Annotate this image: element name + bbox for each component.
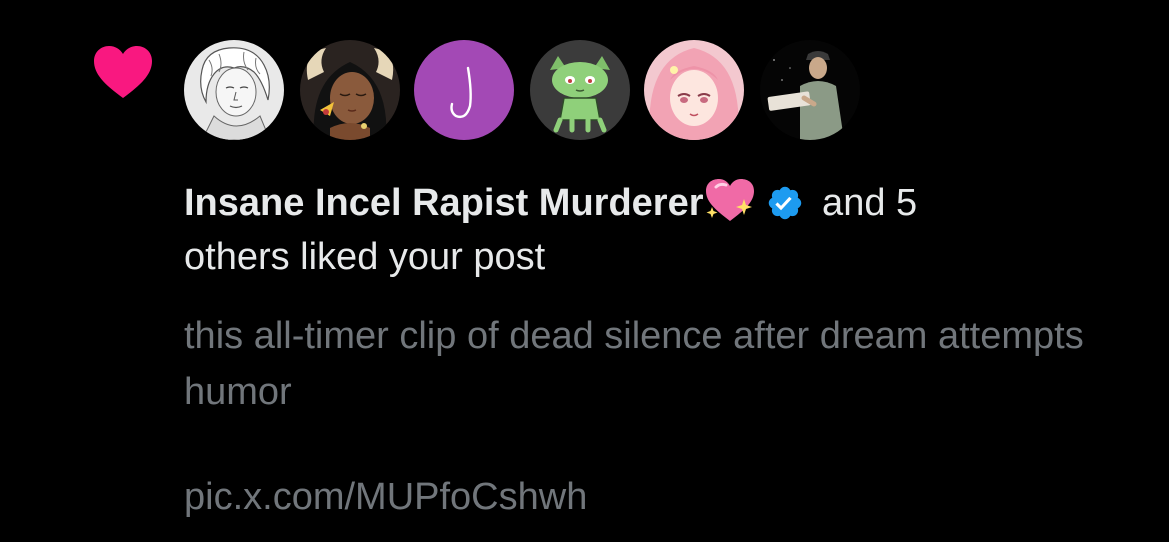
avatar-person-photo[interactable] [760, 40, 860, 140]
notification-headline: Insane Incel Rapist Murderer and 5 [184, 176, 1084, 230]
heart-icon [92, 44, 154, 100]
others-count-text: and 5 [811, 182, 918, 224]
avatar-green-cat[interactable] [530, 40, 630, 140]
verified-badge-icon [766, 183, 804, 221]
liker-name[interactable]: Insane Incel Rapist Murderer [184, 182, 704, 224]
avatar-letter-j[interactable] [414, 40, 514, 140]
notification-content: Insane Incel Rapist Murderer and 5 other… [184, 176, 1084, 420]
avatar-horned-character[interactable] [300, 40, 400, 140]
post-media-link[interactable]: pic.x.com/MUPfoCshwh [184, 470, 587, 524]
avatar-sketch-portrait[interactable] [184, 40, 284, 140]
avatar-pink-hair-anime[interactable] [644, 40, 744, 140]
sparkling-heart-icon [704, 177, 756, 223]
post-preview-text[interactable]: this all-timer clip of dead silence afte… [184, 308, 1104, 420]
like-notification[interactable]: Insane Incel Rapist Murderer and 5 other… [0, 0, 1169, 542]
others-liked-text: others liked your post [184, 236, 546, 278]
